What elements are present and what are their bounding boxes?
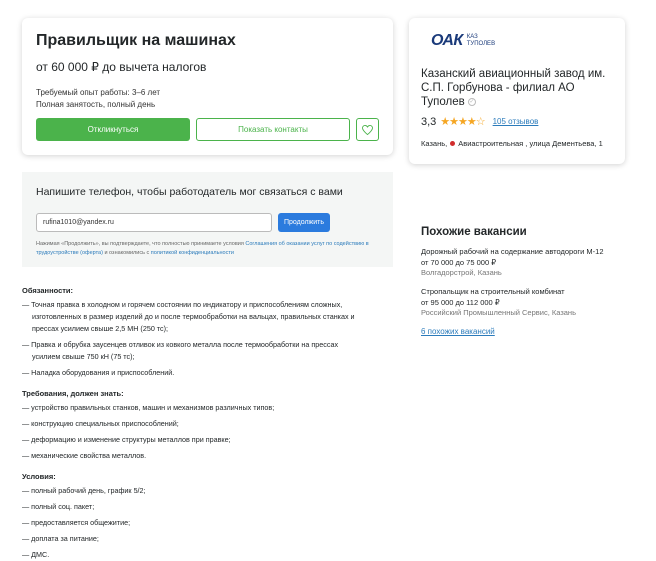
vacancy-card: Правильщик на машинах от 60 000 ₽ до выч… [22, 18, 393, 155]
similar-vacancies: Похожие вакансии Дорожный рабочий на сод… [421, 226, 621, 339]
requirement-line: — деформацию и изменение структуры метал… [22, 435, 231, 444]
logo-sub-1: КАЗ [466, 34, 478, 40]
vacancy-salary: от 60 000 ₽ до вычета налогов [36, 60, 207, 74]
similar-vacancy-salary: от 95 000 до 112 000 ₽ [421, 298, 500, 307]
logo-main-text: ОАК [431, 32, 463, 49]
company-address: Казань, Авиастроительная , улица Дементь… [421, 139, 613, 148]
similar-vacancy-company: Российский Промышленный Сервис, Казань [421, 308, 576, 317]
email-field[interactable]: rufina1010@yandex.ru [36, 213, 272, 232]
requirement-line: — механические свойства металлов. [22, 451, 147, 460]
vacancy-title: Правильщик на машинах [36, 32, 236, 49]
consent-part-1: Нажимая «Продолжить», вы подтверждаете, … [36, 241, 244, 247]
condition-line: — ДМС. [22, 550, 50, 559]
rating-row: 3,3 ★★★★☆ 105 отзывов [421, 115, 613, 129]
privacy-link[interactable]: политикой конфиденциальности [151, 250, 234, 256]
similar-heading: Похожие вакансии [421, 226, 527, 238]
condition-line: — полный соц. пакет; [22, 502, 95, 511]
similar-vacancy-company: Волгадорстрой, Казань [421, 268, 502, 277]
condition-line: — доплата за питание; [22, 534, 99, 543]
duty-line: усилием свыше 750 кН (75 тс); [32, 352, 135, 361]
company-logo[interactable]: ОАК КАЗ ТУПОЛЕВ [431, 32, 613, 50]
address-street: Авиастроительная , улица Дементьева, 1 [458, 139, 603, 148]
vacancy-actions: Откликнуться Показать контакты [36, 118, 379, 141]
similar-vacancy-item[interactable]: Дорожный рабочий на содержание автодорог… [421, 247, 621, 278]
company-card: ОАК КАЗ ТУПОЛЕВ Казанский авиационный за… [409, 18, 625, 164]
consent-part-2: и ознакомились с [104, 250, 150, 256]
reviews-link[interactable]: 105 отзывов [493, 117, 539, 126]
phone-request-block: Напишите телефон, чтобы работодатель мог… [22, 172, 393, 267]
condition-line: — предоставляется общежитие; [22, 518, 131, 527]
requirements-title: Требования, должен знать: [22, 389, 124, 398]
logo-sub: КАЗ ТУПОЛЕВ [467, 34, 495, 48]
similar-vacancy-salary: от 70 000 до 75 000 ₽ [421, 258, 496, 267]
similar-vacancy-item[interactable]: Стропальщик на строительный комбинат от … [421, 287, 621, 318]
respond-button[interactable]: Откликнуться [36, 118, 190, 141]
phone-form: rufina1010@yandex.ru Продолжить [36, 213, 379, 232]
employment-text: Полная занятость, полный день [36, 100, 156, 109]
verified-icon: ✓ [467, 97, 476, 106]
company-name: Казанский авиационный завод им. С.П. Гор… [421, 68, 606, 108]
consent-text: Нажимая «Продолжить», вы подтверждаете, … [36, 240, 379, 258]
rating-value: 3,3 [421, 115, 437, 128]
logo-sub-2: ТУПОЛЕВ [466, 41, 496, 47]
address-city: Казань, [421, 139, 448, 148]
similar-vacancy-title[interactable]: Дорожный рабочий на содержание автодорог… [421, 247, 621, 257]
duty-line: изготовленных в размер изделий до и посл… [32, 312, 355, 321]
similar-vacancy-title[interactable]: Стропальщик на строительный комбинат [421, 287, 621, 297]
duty-line: прессах усилием свыше 2,5 МН (250 тс); [32, 324, 169, 333]
requirement-line: — конструкцию специальных приспособлений… [22, 419, 179, 428]
duty-line: — Правка и обрубка заусенцев отливок из … [22, 340, 339, 349]
condition-line: — полный рабочий день, график 5/2; [22, 486, 146, 495]
conditions-title: Условия: [22, 472, 56, 481]
duties-title: Обязанности: [22, 286, 74, 295]
duty-line: — Точная правка в холодном и горячем сос… [22, 300, 343, 309]
show-contacts-button[interactable]: Показать контакты [196, 118, 350, 141]
vacancy-description: Обязанности: — Точная правка в холодном … [22, 286, 393, 561]
experience-text: Требуемый опыт работы: 3–6 лет [36, 88, 161, 97]
heart-icon [362, 124, 373, 135]
continue-button[interactable]: Продолжить [278, 213, 330, 232]
favorite-button[interactable] [356, 118, 379, 141]
phone-title: Напишите телефон, чтобы работодатель мог… [36, 186, 343, 198]
duty-line: — Наладка оборудования и приспособлений. [22, 368, 175, 377]
metro-icon [450, 141, 456, 146]
rating-stars-icon: ★★★★☆ [440, 116, 485, 128]
requirement-line: — устройство правильных станков, машин и… [22, 403, 275, 412]
company-name-link[interactable]: Казанский авиационный завод им. С.П. Гор… [421, 67, 613, 109]
more-similar-link[interactable]: 6 похожих вакансий [421, 327, 495, 336]
